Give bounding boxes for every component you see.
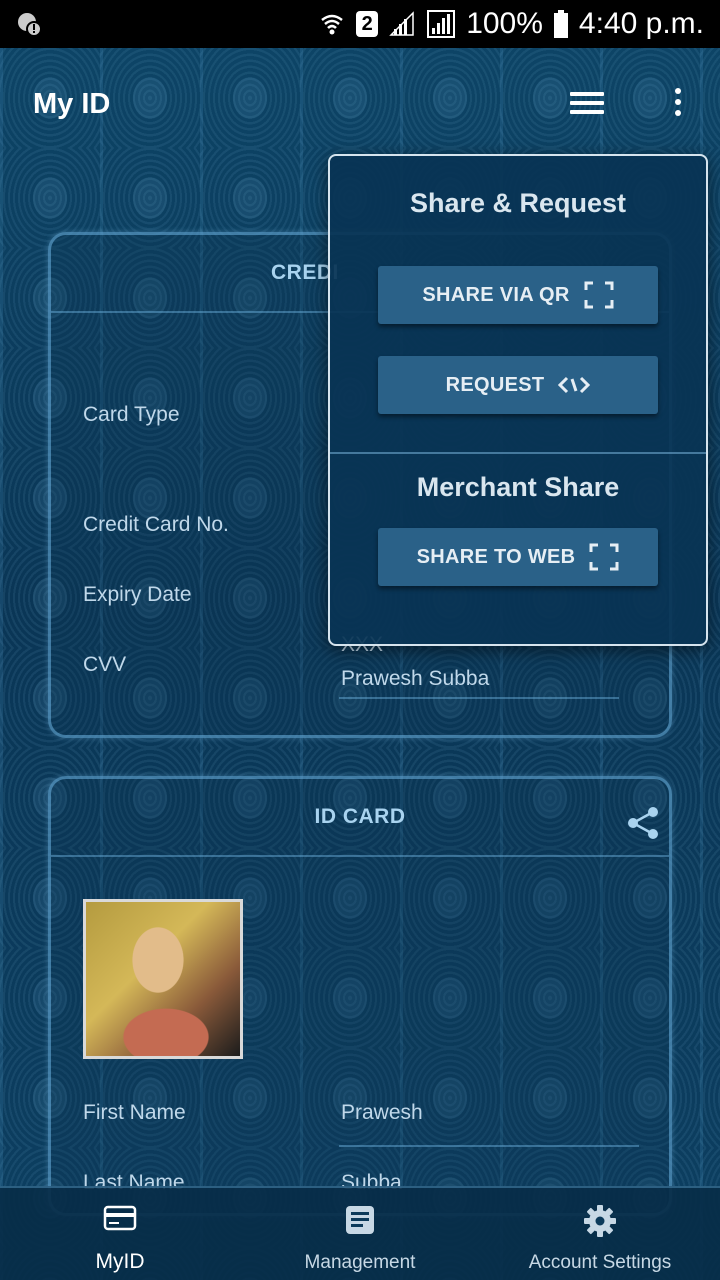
share-to-web-button[interactable]: SHARE TO WEB: [378, 528, 658, 586]
gear-icon: [584, 1205, 616, 1237]
card-title: ID CARD: [314, 805, 406, 828]
battery-icon: [553, 10, 569, 38]
nav-item-management[interactable]: Management: [240, 1188, 480, 1280]
request-label: REQUEST: [445, 373, 545, 396]
scan-frame-icon: [589, 543, 619, 571]
clock: 4:40 p.m.: [578, 7, 704, 40]
nav-item-account-settings[interactable]: Account Settings: [480, 1188, 720, 1280]
card-holder-name: Prawesh Subba: [341, 667, 490, 690]
transfer-arrows-icon: [558, 376, 591, 394]
sim-badge: 2: [356, 11, 379, 37]
id-card-panel: ID CARD First Name Prawesh Last Name Sub…: [48, 776, 672, 1216]
wifi-call-icon: [318, 10, 346, 38]
bottom-navigation: MyID Management Account Settings: [0, 1186, 720, 1280]
nav-label: Management: [304, 1252, 416, 1273]
expiry-date-label: Expiry Date: [83, 583, 192, 606]
share-request-popup: Share & Request SHARE VIA QR REQUEST Mer…: [328, 154, 708, 646]
first-name-label: First Name: [83, 1101, 186, 1124]
nav-label: Account Settings: [528, 1252, 672, 1273]
share-icon[interactable]: [625, 805, 661, 841]
share-via-qr-button[interactable]: SHARE VIA QR: [378, 266, 658, 324]
share-to-web-label: SHARE TO WEB: [416, 545, 576, 568]
signal-icon: [388, 10, 416, 38]
card-number-label: Credit Card No.: [83, 513, 229, 536]
nav-item-myid[interactable]: MyID: [0, 1188, 240, 1280]
first-name-underline: [339, 1145, 639, 1147]
document-icon: [346, 1206, 374, 1234]
menu-divider: [330, 452, 706, 454]
cvv-label: CVV: [83, 653, 127, 676]
page-title: My ID: [33, 88, 111, 120]
nav-label: MyID: [95, 1250, 145, 1273]
hamburger-menu-icon[interactable]: [570, 92, 604, 118]
share-via-qr-label: SHARE VIA QR: [422, 283, 570, 306]
request-button[interactable]: REQUEST: [378, 356, 658, 414]
scan-frame-icon: [584, 281, 614, 309]
shield-alert-icon: [16, 11, 42, 37]
merchant-share-heading: Merchant Share: [416, 472, 620, 502]
card-header: ID CARD: [51, 779, 669, 857]
holder-name-underline: [339, 697, 619, 699]
share-request-heading: Share & Request: [409, 188, 627, 218]
signal-icon-2: [426, 9, 456, 39]
status-bar: 2 100% 4:40 p.m.: [0, 0, 720, 48]
app-bar: My ID: [0, 48, 720, 160]
overflow-menu-icon[interactable]: [668, 88, 688, 122]
first-name-value: Prawesh: [341, 1101, 423, 1124]
card-type-label: Card Type: [83, 403, 180, 426]
credit-card-icon: [103, 1205, 137, 1231]
battery-percent: 100%: [466, 7, 543, 40]
profile-photo: [83, 899, 243, 1059]
